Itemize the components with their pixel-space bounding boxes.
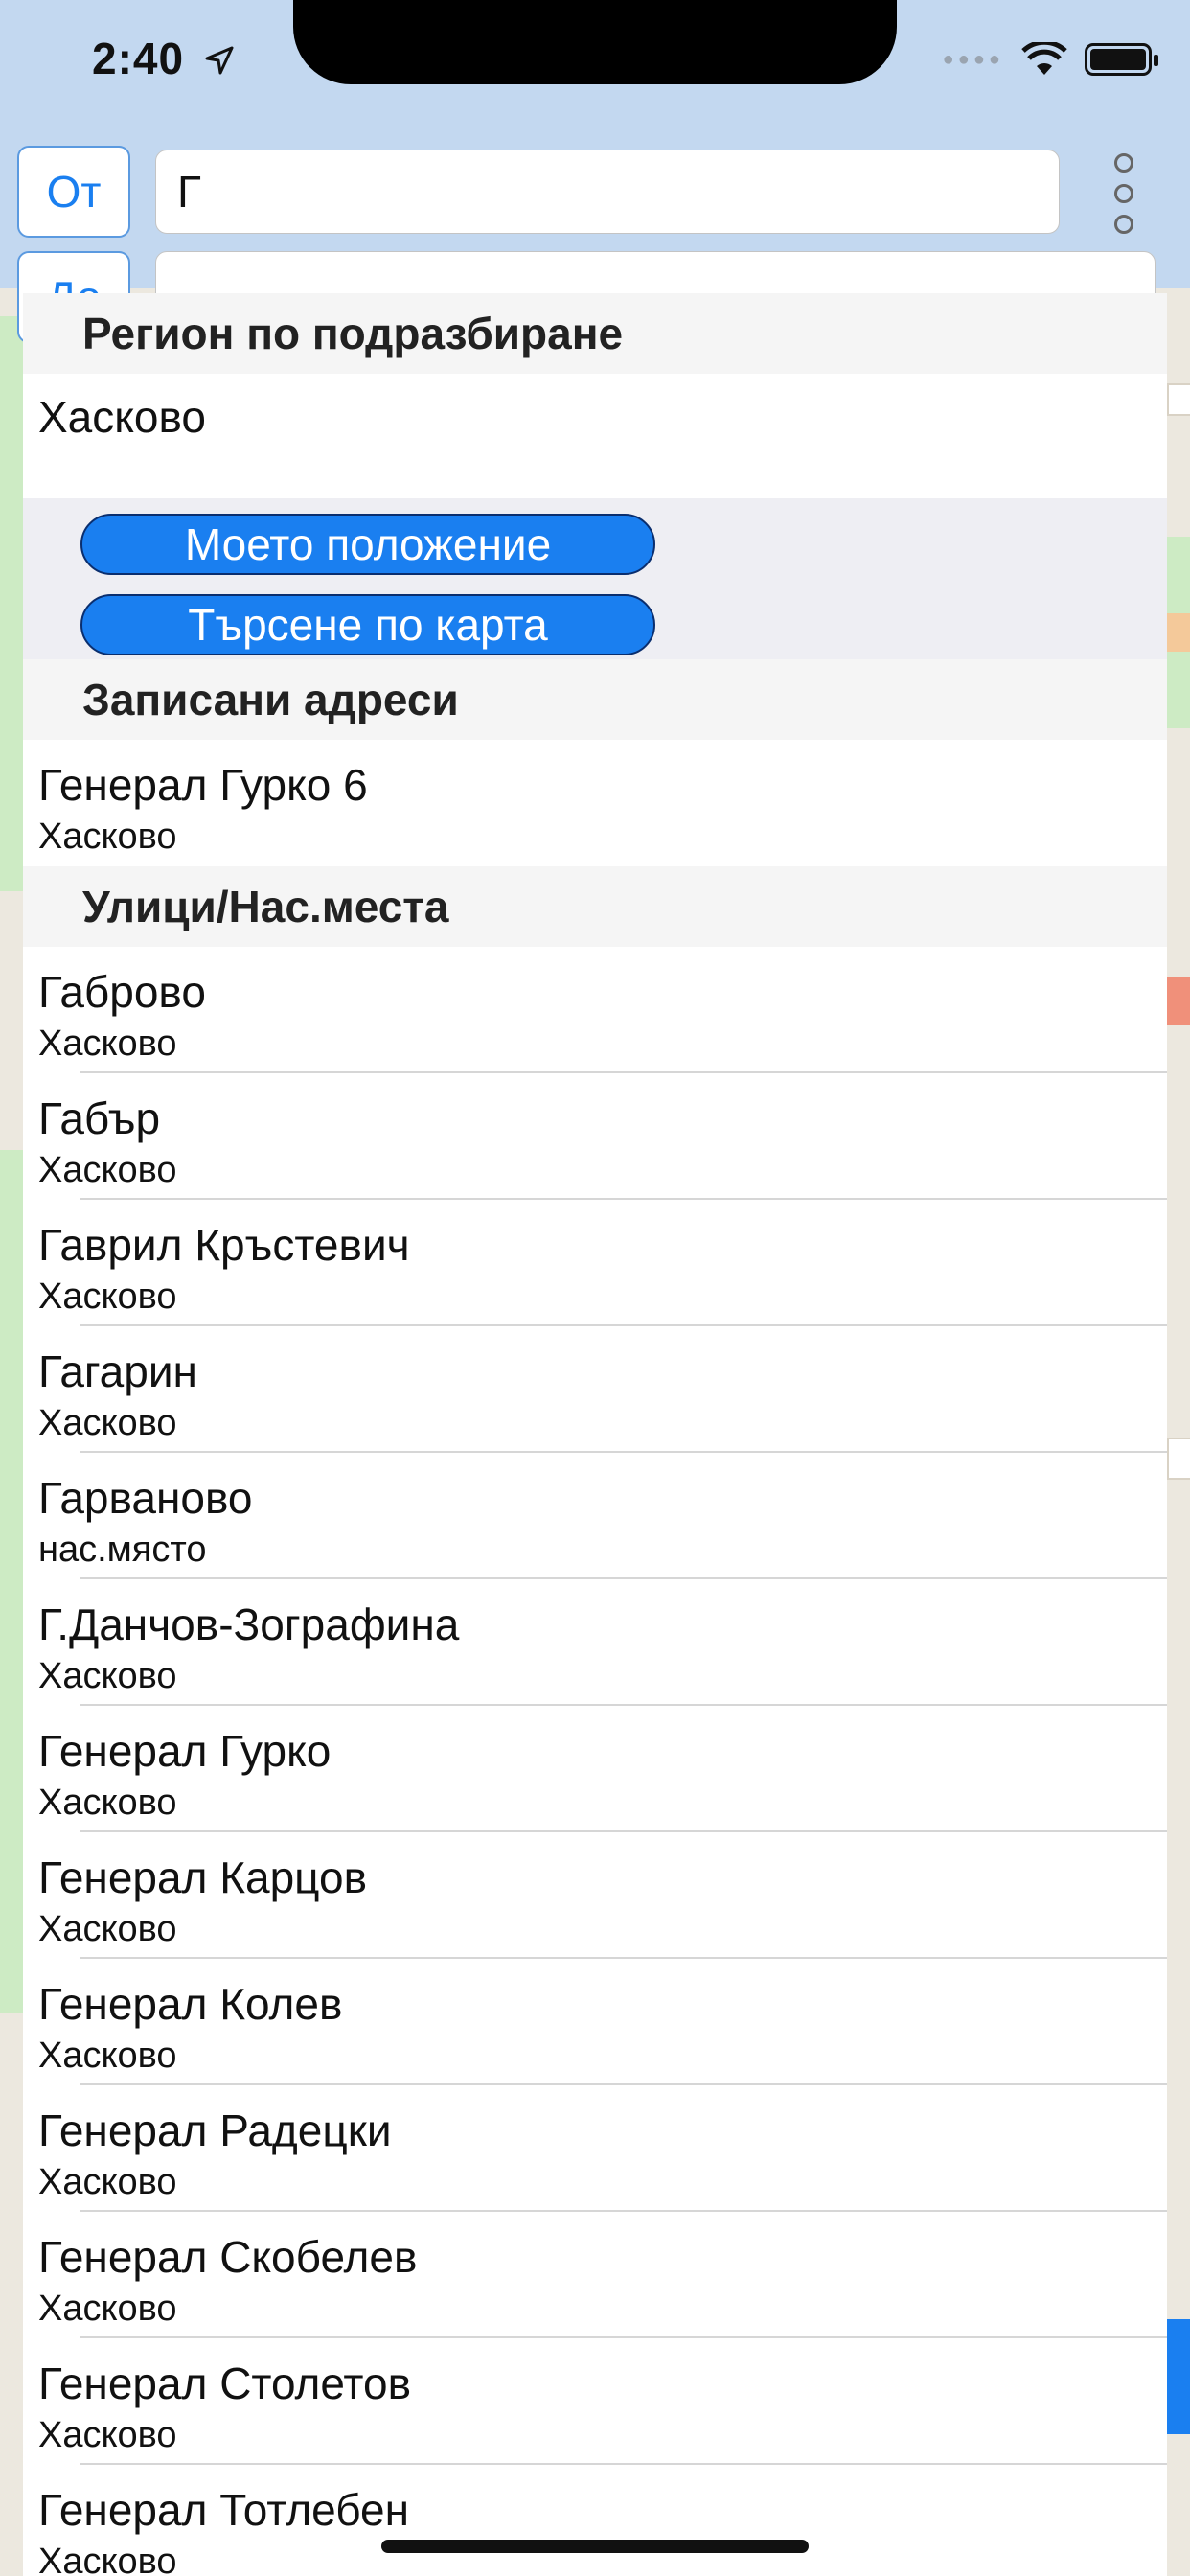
device-notch — [293, 0, 897, 84]
cellular-signal-icon: ●●●● — [942, 48, 1004, 70]
my-location-button[interactable]: Моето положение — [80, 514, 655, 575]
item-title: Генерал Скобелев — [38, 2232, 418, 2282]
item-title: Гарваново — [38, 1473, 253, 1523]
top-bar: 2:40 ●●●● — [0, 0, 1190, 288]
item-subtitle: Хасково — [38, 1656, 177, 1696]
more-vertical-icon[interactable] — [1110, 153, 1138, 234]
location-arrow-icon — [205, 46, 234, 75]
wifi-icon — [1021, 42, 1067, 75]
saved-address-item[interactable]: Генерал Гурко 6 Хасково — [23, 740, 1167, 866]
street-item[interactable]: Генерал Гурко Хасково — [23, 1706, 1167, 1832]
item-title: Генерал Гурко — [38, 1726, 332, 1776]
item-title: Гагарин — [38, 1346, 197, 1396]
street-item[interactable]: Генерал Радецки Хасково — [23, 2085, 1167, 2212]
item-title: Генерал Тотлебен — [38, 2485, 410, 2535]
item-subtitle: Хасково — [38, 1909, 177, 1949]
street-item[interactable]: Гарваново нас.място — [23, 1453, 1167, 1579]
map-street — [1167, 1438, 1190, 1480]
item-subtitle: Хасково — [38, 1403, 177, 1443]
item-subtitle: Хасково — [38, 2542, 177, 2576]
status-time: 2:40 — [92, 34, 185, 83]
section-header-saved: Записани адреси — [23, 659, 1167, 740]
status-icons: ●●●● — [942, 42, 1158, 77]
item-title: Габрово — [38, 967, 206, 1017]
street-item[interactable]: Генерал Столетов Хасково — [23, 2338, 1167, 2465]
search-on-map-button[interactable]: Търсене по карта — [80, 594, 655, 656]
from-input[interactable]: Г — [155, 150, 1060, 234]
map-building — [1167, 978, 1190, 1025]
item-subtitle: нас.място — [38, 1530, 207, 1570]
battery-icon — [1085, 43, 1158, 76]
item-title: Генерал Колев — [38, 1979, 343, 2029]
street-item[interactable]: Гагарин Хасково — [23, 1326, 1167, 1453]
item-title: Генерал Карцов — [38, 1852, 368, 1902]
from-button[interactable]: От — [17, 146, 130, 238]
item-title: Генерал Столетов — [38, 2358, 412, 2408]
item-title: Габър — [38, 1093, 161, 1143]
street-item[interactable]: Генерал Тотлебен Хасково — [23, 2465, 1167, 2576]
item-subtitle: Хасково — [38, 2162, 177, 2202]
street-item[interactable]: Гаврил Кръстевич Хасково — [23, 1200, 1167, 1326]
map-park — [0, 1150, 25, 2012]
item-subtitle: Хасково — [38, 816, 177, 857]
item-title: Г.Данчов-Зографина — [38, 1599, 460, 1649]
item-subtitle: Хасково — [38, 2288, 177, 2329]
street-item[interactable]: Генерал Скобелев Хасково — [23, 2212, 1167, 2338]
item-subtitle: Хасково — [38, 2036, 177, 2076]
street-item[interactable]: Генерал Колев Хасково — [23, 1959, 1167, 2085]
street-item[interactable]: Габрово Хасково — [23, 947, 1167, 1073]
map-street — [1167, 383, 1190, 416]
item-subtitle: Хасково — [38, 1024, 177, 1064]
action-group: Моето положение Търсене по карта — [23, 498, 1167, 659]
item-title: Гаврил Кръстевич — [38, 1220, 410, 1270]
map-road — [1167, 613, 1190, 652]
street-item[interactable]: Габър Хасково — [23, 1073, 1167, 1200]
item-title: Генерал Гурко 6 — [38, 760, 368, 810]
street-item[interactable]: Генерал Карцов Хасково — [23, 1832, 1167, 1959]
home-indicator — [381, 2540, 809, 2553]
section-header-streets: Улици/Нас.места — [23, 866, 1167, 947]
street-item[interactable]: Г.Данчов-Зографина Хасково — [23, 1579, 1167, 1706]
item-title: Генерал Радецки — [38, 2105, 392, 2155]
suggestions-dropdown: Регион по подразбиране Хасково Моето пол… — [23, 293, 1167, 2576]
section-header-default-region: Регион по подразбиране — [23, 293, 1167, 374]
item-subtitle: Хасково — [38, 2415, 177, 2455]
item-subtitle: Хасково — [38, 1782, 177, 1823]
item-subtitle: Хасково — [38, 1150, 177, 1190]
map-route-button-edge[interactable] — [1167, 2319, 1190, 2434]
item-subtitle: Хасково — [38, 1276, 177, 1317]
default-region-row[interactable]: Хасково — [23, 374, 1167, 498]
